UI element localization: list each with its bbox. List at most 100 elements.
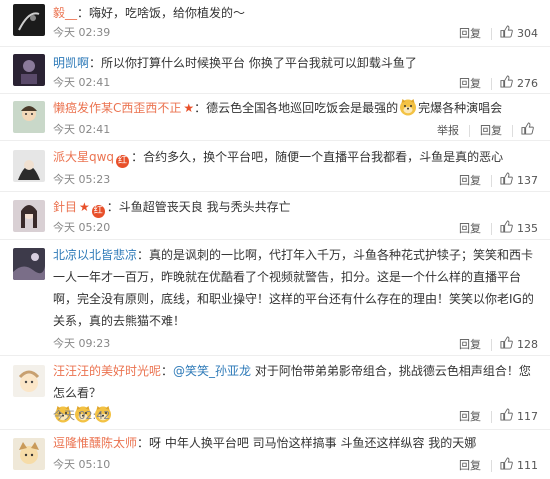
comment-meta: 今天 05:20 回复 135 [53, 220, 538, 236]
comment-time: 今天 05:10 [53, 458, 111, 471]
comment-item: 懒癌发作某C西歪西不正 ★：德云色全国各地巡回吃饭会是最强的 完爆各种演唱会 今天 … [0, 94, 550, 141]
like-button[interactable]: 117 [500, 408, 538, 426]
divider [512, 125, 513, 137]
comment-meta: 今天 05:10 回复 111 [53, 457, 538, 473]
like-button[interactable]: 128 [500, 336, 538, 354]
avatar[interactable] [13, 200, 45, 232]
comment-item: 毅__：嗨好，吃啥饭，给你植发的～ 今天 02:39 回复 304 [0, 0, 550, 47]
like-button[interactable]: 276 [500, 75, 538, 93]
thumbs-up-icon [500, 220, 517, 238]
comment-text: ：嗨好，吃啥饭，给你植发的～ [77, 6, 246, 20]
comment-meta: 今天 02:41 举报 回复 [53, 122, 538, 138]
like-button[interactable]: 111 [500, 457, 538, 475]
reply-button[interactable]: 回复 [459, 409, 481, 425]
like-button[interactable] [521, 122, 538, 140]
vip-star-icon: ★ [183, 101, 195, 115]
comment-text: ：德云色全国各地巡回吃饭会是最强的 [194, 101, 399, 115]
thumbs-up-icon [521, 122, 538, 140]
comment-item: 針目 ★ 红：斗鱼超管丧天良 我与秃头共存亡 今天 05:20 回复 135 [0, 192, 550, 240]
like-count: 135 [517, 222, 538, 235]
comment-text: ：合约多久，换个平台吧，随便一个直播平台我都看，斗鱼是真的恶心 [131, 150, 504, 164]
reply-button[interactable]: 回复 [459, 26, 481, 42]
doge-emoji-icon [399, 98, 417, 116]
report-button[interactable]: 举报 [437, 123, 459, 139]
reply-button[interactable]: 回复 [459, 76, 481, 92]
commenter-name[interactable]: 毅__ [53, 6, 77, 20]
comment-time: 今天 02:39 [53, 26, 111, 39]
comment-actions: 举报 回复 [425, 122, 538, 140]
commenter-name[interactable]: 逗隆惟醺陈太师 [53, 436, 137, 450]
avatar[interactable] [13, 365, 45, 397]
like-count: 304 [517, 27, 538, 40]
divider [491, 339, 492, 351]
reply-button[interactable]: 回复 [480, 123, 502, 139]
comment-meta: 今天 09:23 回复 128 [53, 336, 538, 352]
mention-link[interactable]: @笑笑_孙亚龙 [173, 364, 251, 378]
thumbs-up-icon [500, 75, 517, 93]
comment-meta: 今天 02:42 回复 117 [53, 408, 538, 424]
comment-actions: 回复 276 [447, 75, 538, 93]
like-button[interactable]: 137 [500, 172, 538, 190]
avatar[interactable] [13, 438, 45, 470]
comment-time: 今天 09:23 [53, 337, 111, 350]
divider [491, 78, 492, 90]
like-button[interactable]: 304 [500, 25, 538, 43]
like-count: 137 [517, 174, 538, 187]
comment-item: 北凉以北皆悲凉：真的是讽刺的一比啊，代打年入千万，斗鱼各种花式护犊子；笑笑和西卡… [0, 240, 550, 356]
like-count: 111 [517, 459, 538, 472]
comment-item: 汪汪汪的美好时光呢：@笑笑_孙亚龙 对于阿怡带弟弟影帝组合，挑战德云色相声组合！… [0, 356, 550, 430]
avatar[interactable] [13, 101, 45, 133]
comment-text: ： [161, 364, 174, 378]
reply-button[interactable]: 回复 [459, 458, 481, 474]
avatar[interactable] [13, 150, 45, 182]
comment-body: 針目 ★ 红：斗鱼超管丧天良 我与秃头共存亡 [53, 196, 538, 218]
comment-actions: 回复 137 [447, 172, 538, 190]
divider [491, 411, 492, 423]
red-badge-icon: 红 [116, 155, 130, 168]
comment-actions: 回复 304 [447, 25, 538, 43]
divider [469, 125, 470, 137]
divider [491, 28, 492, 40]
commenter-name[interactable]: 明凯啊 [53, 56, 89, 70]
comment-item: 明凯啊：所以你打算什么时候换平台 你换了平台我就可以卸载斗鱼了 今天 02:41… [0, 47, 550, 94]
commenter-name[interactable]: 北凉以北皆悲凉 [53, 248, 137, 262]
comment-time: 今天 02:42 [53, 409, 111, 422]
commenter-name[interactable]: 汪汪汪的美好时光呢 [53, 364, 161, 378]
avatar[interactable] [13, 4, 45, 36]
thumbs-up-icon [500, 457, 517, 475]
comment-actions: 回复 111 [447, 457, 538, 475]
reply-button[interactable]: 回复 [459, 173, 481, 189]
divider [491, 460, 492, 472]
comment-meta: 今天 02:39 回复 304 [53, 25, 538, 41]
vip-star-icon: ★ [79, 200, 90, 214]
comment-meta: 今天 05:23 回复 137 [53, 172, 538, 188]
comment-time: 今天 05:23 [53, 173, 111, 186]
comment-text: ：所以你打算什么时候换平台 你换了平台我就可以卸载斗鱼了 [89, 56, 417, 70]
commenter-name[interactable]: 懒癌发作某C西歪西不正 [53, 101, 181, 115]
comment-body: 逗隆惟醺陈太师：呀 中年人换平台吧 司马怡这样搞事 斗鱼还这样纵容 我的天娜 [53, 432, 538, 454]
comment-text-2: 完爆各种演唱会 [418, 101, 503, 115]
avatar[interactable] [13, 248, 45, 280]
comment-text: ：斗鱼超管丧天良 我与秃头共存亡 [106, 200, 291, 214]
comment-actions: 回复 117 [447, 408, 538, 426]
comment-text: ：呀 中年人换平台吧 司马怡这样搞事 斗鱼还这样纵容 我的天娜 [137, 436, 477, 450]
thumbs-up-icon [500, 336, 517, 354]
commenter-name[interactable]: 針目 [53, 200, 77, 214]
like-count: 276 [517, 77, 538, 90]
commenter-name[interactable]: 派大星qwq [53, 150, 114, 164]
thumbs-up-icon [500, 172, 517, 190]
comment-body: 北凉以北皆悲凉：真的是讽刺的一比啊，代打年入千万，斗鱼各种花式护犊子；笑笑和西卡… [53, 244, 538, 332]
comment-meta: 今天 02:41 回复 276 [53, 75, 538, 91]
avatar[interactable] [13, 54, 45, 86]
reply-button[interactable]: 回复 [459, 337, 481, 353]
comment-body: 派大星qwq 红：合约多久，换个平台吧，随便一个直播平台我都看，斗鱼是真的恶心 [53, 146, 538, 168]
reply-button[interactable]: 回复 [459, 221, 481, 237]
comment-item: 逗隆惟醺陈太师：呀 中年人换平台吧 司马怡这样搞事 斗鱼还这样纵容 我的天娜 今… [0, 430, 550, 479]
red-badge-icon: 红 [91, 205, 105, 218]
comment-body: 明凯啊：所以你打算什么时候换平台 你换了平台我就可以卸载斗鱼了 [53, 52, 538, 74]
comment-actions: 回复 135 [447, 220, 538, 238]
like-count: 117 [517, 410, 538, 423]
comment-time: 今天 02:41 [53, 76, 111, 89]
comment-body: 懒癌发作某C西歪西不正 ★：德云色全国各地巡回吃饭会是最强的 完爆各种演唱会 [53, 97, 538, 119]
like-button[interactable]: 135 [500, 220, 538, 238]
